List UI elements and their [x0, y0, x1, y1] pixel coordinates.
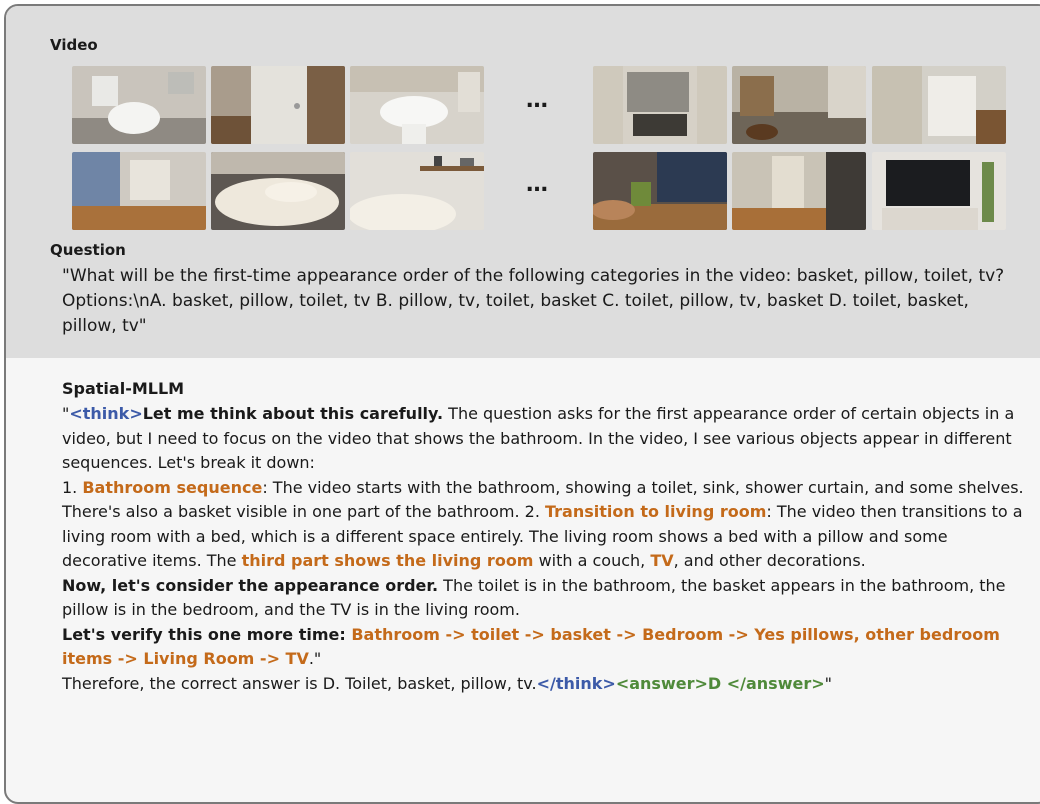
video-frame [72, 66, 206, 144]
video-question-panel: Video … … Question "What will be the fir… [6, 6, 1040, 358]
highlight-third-part: third part shows the living room [241, 551, 534, 570]
video-frame [872, 152, 1006, 230]
video-frame [211, 152, 345, 230]
verify-heading: Let's verify this one more time [62, 624, 340, 644]
video-frame [350, 66, 484, 144]
final-statement: Therefore, the correct answer is D. Toil… [62, 673, 537, 693]
video-frame [350, 152, 484, 230]
ellipsis-top: … [526, 88, 549, 113]
highlight-tv: TV [650, 551, 674, 570]
figure-card: Video … … Question "What will be the fir… [4, 4, 1040, 804]
video-frame [72, 152, 206, 230]
verify-colon: : [339, 624, 352, 644]
highlight-bathroom-sequence: Bathroom sequence [82, 477, 263, 497]
question-heading: Question [50, 241, 126, 259]
video-frame [593, 66, 727, 144]
video-heading: Video [50, 36, 98, 54]
video-frame [732, 152, 866, 230]
video-frame [732, 66, 866, 144]
think-close-tag: </think> [536, 673, 616, 693]
ellipsis-bottom: … [526, 172, 549, 197]
appearance-order-heading: Now, let's consider the appearance order… [62, 575, 439, 595]
model-response: " <think>Let me think about this carefull… [62, 402, 1037, 696]
highlight-transition: Transition to living room [545, 502, 767, 521]
response-text: with a couch, [533, 551, 651, 570]
video-frame [593, 152, 727, 230]
answer-tag: <answer>D </answer> [615, 673, 825, 693]
step-number: 1. [62, 477, 83, 497]
think-open-tag: <think> [69, 404, 143, 423]
question-text: "What will be the first-time appearance … [62, 266, 1005, 336]
response-heading: Spatial-MLLM [62, 379, 185, 398]
lead-sentence: Let me think about this carefully. [142, 404, 444, 423]
video-frame [872, 66, 1006, 144]
close-quote: " [824, 673, 832, 693]
response-text: , and other decorations. [673, 551, 866, 570]
chain-end: ." [308, 649, 322, 668]
video-frame [211, 66, 345, 144]
